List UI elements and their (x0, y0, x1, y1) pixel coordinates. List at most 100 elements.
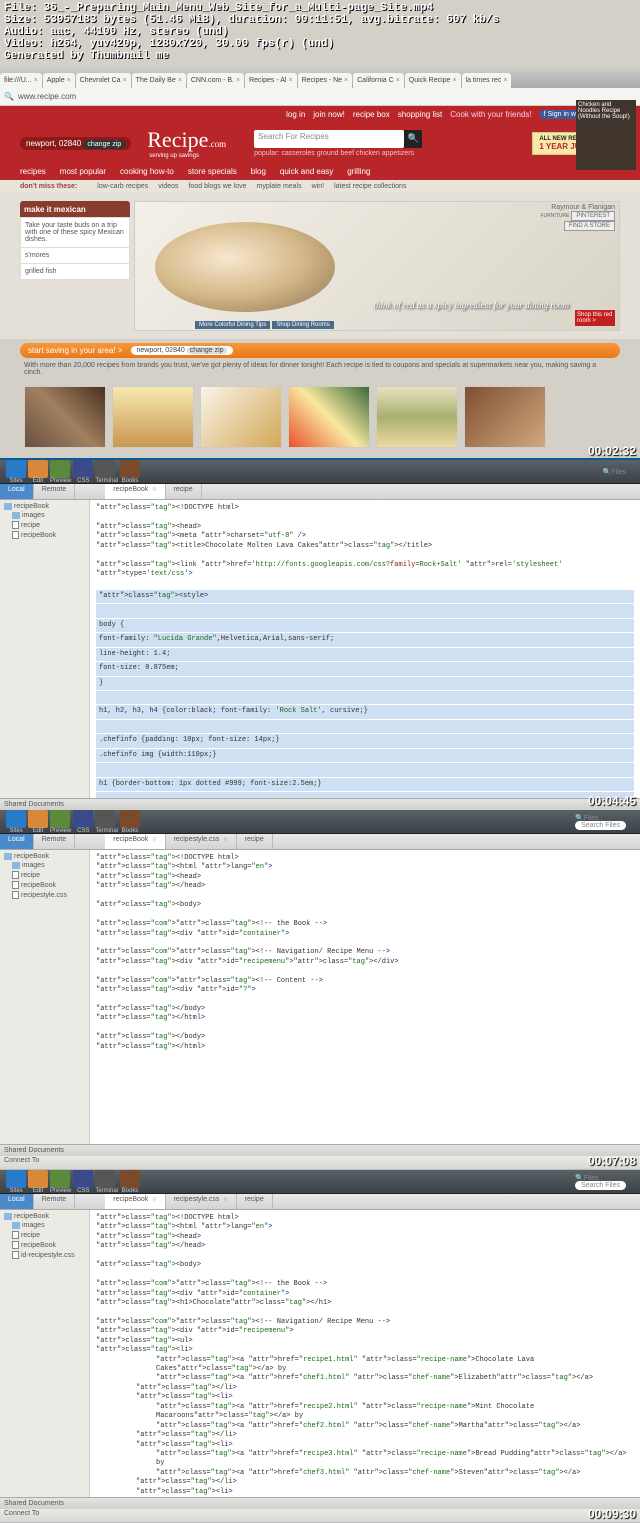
nav-link[interactable]: quick and easy (280, 167, 333, 176)
tab-local[interactable]: Local (0, 834, 34, 849)
toolbar-sites-icon[interactable] (6, 1170, 26, 1188)
thumb[interactable] (376, 386, 458, 448)
thumb[interactable] (464, 386, 546, 448)
tab-local[interactable]: Local (0, 484, 34, 499)
tab-remote[interactable]: Remote (34, 484, 76, 499)
subnav-link[interactable]: videos (158, 183, 178, 190)
toolbar-books-icon[interactable] (120, 810, 140, 828)
code-editor[interactable]: "attr">class="tag"><!DOCTYPE html> "attr… (90, 500, 640, 798)
subnav-link[interactable]: food blogs we love (189, 183, 247, 190)
thumb[interactable] (288, 386, 370, 448)
rf-ad[interactable]: Raymour & Flanigan FURNITURE PINTEREST F… (540, 204, 615, 231)
main-nav: recipes most popular cooking how-to store s… (0, 163, 640, 180)
browser-tab[interactable]: Chevrolet Ca × (76, 73, 131, 88)
file-tab[interactable]: recipeBook○ (105, 834, 165, 849)
hero-links[interactable]: More Colorful Dining TipsShop Dining Roo… (195, 322, 336, 328)
sub-nav: don't miss these:low-carb recipesvideosf… (0, 180, 640, 193)
nav-link[interactable]: store specials (188, 167, 237, 176)
tagline: serving up savings (149, 153, 242, 159)
file-tab[interactable]: recipestyle.css○ (166, 834, 237, 849)
file-tree[interactable]: recipeBook images recipe recipeBook id-r… (0, 1210, 90, 1497)
nav-link[interactable]: cooking how-to (120, 167, 174, 176)
toolbar-terminal-icon[interactable] (95, 1170, 115, 1188)
connect-bar[interactable]: Connect To (0, 1509, 640, 1523)
thumb[interactable] (24, 386, 106, 448)
menu-item[interactable]: s'mores (20, 247, 130, 264)
toolbar-sites-icon[interactable] (6, 810, 26, 828)
nav-link[interactable]: blog (251, 167, 266, 176)
browser-tab[interactable]: la times rec × (462, 73, 512, 88)
tab-remote[interactable]: Remote (34, 834, 76, 849)
toolbar-books-icon[interactable] (120, 460, 140, 478)
file-tab[interactable]: recipestyle.css○ (166, 1194, 237, 1209)
browser-tab[interactable]: California C × (353, 73, 404, 88)
thumb[interactable] (200, 386, 282, 448)
toolbar-edit-icon[interactable] (28, 1170, 48, 1188)
toolbar-edit-icon[interactable] (28, 810, 48, 828)
zip-widget[interactable]: newport, 02840 change zip (20, 137, 131, 150)
shared-docs[interactable]: Shared Documents (0, 798, 640, 810)
hero-caption: think of red as a spicy ingredient for y… (374, 300, 569, 310)
tab-remote[interactable]: Remote (34, 1194, 76, 1209)
toolbar-css-icon[interactable] (73, 460, 93, 478)
address-bar[interactable]: 🔍 www.recipe.com (0, 88, 640, 106)
toolbar-books-icon[interactable] (120, 1170, 140, 1188)
file-tree[interactable]: recipeBook images recipe recipeBook reci… (0, 850, 90, 1144)
toolbar-edit-icon[interactable] (28, 460, 48, 478)
browser-tab[interactable]: CNN.com - B. × (187, 73, 244, 88)
panel-editor-1: SitesEditPreviewCSSTerminalBooks🔍Files L… (0, 460, 640, 810)
popular-links[interactable]: popular: casseroles ground beef chicken … (254, 150, 422, 157)
subnav-link[interactable]: latest recipe collections (334, 183, 406, 190)
file-tab[interactable]: recipe (237, 1194, 273, 1209)
browser-tab[interactable]: Recipes - Al × (245, 73, 296, 88)
code-editor[interactable]: "attr">class="tag"><!DOCTYPE html>"attr"… (90, 850, 640, 1144)
shared-docs[interactable]: Shared Documents (0, 1497, 640, 1509)
login-link[interactable]: log in (286, 110, 305, 119)
toolbar-preview-icon[interactable] (50, 1170, 70, 1188)
nav-link[interactable]: recipes (20, 167, 46, 176)
site-logo[interactable]: Recipe.com (147, 127, 226, 153)
shared-docs[interactable]: Shared Documents (0, 1144, 640, 1156)
timestamp: 00:09:30 (588, 1507, 636, 1521)
editor-toolbar: SitesEditPreviewCSSTerminalBooks 🔍FilesS… (0, 810, 640, 834)
subnav-link[interactable]: win! (312, 183, 324, 190)
browser-tab[interactable]: Quick Recipe × (405, 73, 461, 88)
saving-bar[interactable]: start saving in your area! >newport, 028… (20, 343, 620, 358)
shopping-link[interactable]: shopping list (398, 110, 442, 119)
browser-tab[interactable]: file:///U... × (0, 73, 42, 88)
subnav-link[interactable]: low-carb recipes (97, 183, 148, 190)
file-tab[interactable]: recipe (237, 834, 273, 849)
connect-bar[interactable]: Connect To (0, 1156, 640, 1170)
browser-tab[interactable]: The Daily Be × (132, 73, 186, 88)
file-tab[interactable]: recipe (166, 484, 202, 499)
panel-editor-3: SitesEditPreviewCSSTerminalBooks 🔍FilesS… (0, 1170, 640, 1523)
subnav-link[interactable]: myplate meals (256, 183, 301, 190)
code-editor[interactable]: "attr">class="tag"><!DOCTYPE html>"attr"… (90, 1210, 640, 1497)
file-tab[interactable]: recipeBook○ (105, 484, 165, 499)
tab-local[interactable]: Local (0, 1194, 34, 1209)
editor-toolbar: SitesEditPreviewCSSTerminalBooks 🔍FilesS… (0, 1170, 640, 1194)
menu-item[interactable]: grilled fish (20, 263, 130, 280)
thumb[interactable] (112, 386, 194, 448)
toolbar-css-icon[interactable] (73, 1170, 93, 1188)
toolbar-terminal-icon[interactable] (95, 810, 115, 828)
toolbar-preview-icon[interactable] (50, 460, 70, 478)
browser-tab[interactable]: Apple × (43, 73, 75, 88)
join-link[interactable]: join now! (313, 110, 345, 119)
toolbar-sites-icon[interactable] (6, 460, 26, 478)
file-tab[interactable]: recipeBook○ (105, 1194, 165, 1209)
browser-tab[interactable]: Recipes - Ne × (298, 73, 353, 88)
nav-link[interactable]: most popular (60, 167, 106, 176)
toolbar-preview-icon[interactable] (50, 810, 70, 828)
toolbar-terminal-icon[interactable] (95, 460, 115, 478)
toolbar-css-icon[interactable] (73, 810, 93, 828)
search-button[interactable]: 🔍 (404, 130, 422, 148)
side-ad[interactable]: Chicken and Noodles Recipe (Without the … (576, 100, 636, 170)
recipe-thumbs (0, 380, 640, 454)
recipebox-link[interactable]: recipe box (353, 110, 390, 119)
editor-toolbar: SitesEditPreviewCSSTerminalBooks🔍Files (0, 460, 640, 484)
nav-link[interactable]: grilling (347, 167, 370, 176)
search-input[interactable]: Search For Recipes (254, 130, 404, 148)
file-tree[interactable]: recipeBook images recipe recipeBook (0, 500, 90, 798)
shop-button[interactable]: Shop this red room > (575, 310, 615, 326)
